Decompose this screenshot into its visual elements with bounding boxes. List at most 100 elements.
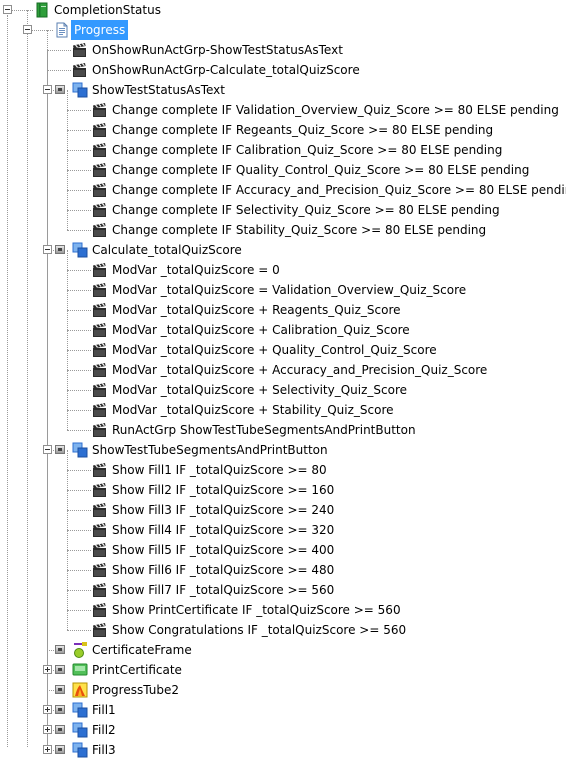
tree-row[interactable]: ShowTestTubeSegmentsAndPrintButton (0, 440, 566, 460)
tree-row[interactable]: Show Fill3 IF _totalQuizScore >= 240 (0, 500, 566, 520)
tree-row[interactable]: ModVar _totalQuizScore + Selectivity_Qui… (0, 380, 566, 400)
collapse-icon[interactable] (43, 85, 52, 94)
expand-icon[interactable] (43, 665, 52, 674)
tree-item-label[interactable]: Change complete IF Quality_Control_Quiz_… (112, 160, 529, 180)
tree-item-label[interactable]: ModVar _totalQuizScore = Validation_Over… (112, 280, 466, 300)
object-state-icon[interactable] (55, 445, 65, 454)
object-state-icon[interactable] (55, 665, 65, 674)
tree-item-label[interactable]: ModVar _totalQuizScore = 0 (112, 260, 280, 280)
tree-item-label[interactable]: Show PrintCertificate IF _totalQuizScore… (112, 600, 401, 620)
action-group-icon (72, 442, 88, 458)
tree-row[interactable]: Show Fill7 IF _totalQuizScore >= 560 (0, 580, 566, 600)
tree-item-label[interactable]: Show Congratulations IF _totalQuizScore … (112, 620, 406, 640)
object-state-icon[interactable] (55, 85, 65, 94)
tree-item-label[interactable]: CertificateFrame (92, 640, 192, 660)
tree-item-label[interactable]: Change complete IF Stability_Quiz_Score … (112, 220, 486, 240)
tree-item-label[interactable]: Show Fill4 IF _totalQuizScore >= 320 (112, 520, 334, 540)
tree-row[interactable]: Fill3 (0, 740, 566, 760)
tree-item-label[interactable]: Show Fill7 IF _totalQuizScore >= 560 (112, 580, 334, 600)
tree-item-label[interactable]: Show Fill6 IF _totalQuizScore >= 480 (112, 560, 334, 580)
tree-item-label[interactable]: PrintCertificate (92, 660, 182, 680)
tree-item-label[interactable]: ShowTestTubeSegmentsAndPrintButton (92, 440, 328, 460)
tree-row[interactable]: Fill1 (0, 700, 566, 720)
tree-item-label[interactable]: Fill2 (92, 720, 116, 740)
tree-item-label[interactable]: Calculate_totalQuizScore (92, 240, 242, 260)
clapper-icon (92, 262, 108, 278)
tree-row[interactable]: Change complete IF Regeants_Quiz_Score >… (0, 120, 566, 140)
tree-row[interactable]: Show Fill5 IF _totalQuizScore >= 400 (0, 540, 566, 560)
tree-row[interactable]: ModVar _totalQuizScore + Stability_Quiz_… (0, 400, 566, 420)
tree-row[interactable]: Progress (0, 20, 566, 40)
tree-row[interactable]: ModVar _totalQuizScore + Reagents_Quiz_S… (0, 300, 566, 320)
tree-row[interactable]: Show PrintCertificate IF _totalQuizScore… (0, 600, 566, 620)
tree-item-label[interactable]: Change complete IF Accuracy_and_Precisio… (112, 180, 566, 200)
tree-row[interactable]: CompletionStatus (0, 0, 566, 20)
tree-item-label[interactable]: ModVar _totalQuizScore + Calibration_Qui… (112, 320, 410, 340)
expand-icon[interactable] (43, 745, 52, 754)
tree-item-label[interactable]: Change complete IF Calibration_Quiz_Scor… (112, 140, 502, 160)
tree-item-label[interactable]: Show Fill2 IF _totalQuizScore >= 160 (112, 480, 334, 500)
tree-row[interactable]: Change complete IF Selectivity_Quiz_Scor… (0, 200, 566, 220)
tree-item-label[interactable]: OnShowRunActGrp-ShowTestStatusAsText (92, 40, 343, 60)
tree-item-label[interactable]: ModVar _totalQuizScore + Reagents_Quiz_S… (112, 300, 401, 320)
object-state-icon[interactable] (55, 645, 65, 654)
tree-row[interactable]: ShowTestStatusAsText (0, 80, 566, 100)
tree-row[interactable]: OnShowRunActGrp-ShowTestStatusAsText (0, 40, 566, 60)
object-state-icon[interactable] (55, 245, 65, 254)
tree-item-label[interactable]: CompletionStatus (54, 0, 161, 20)
tree-item-label[interactable]: OnShowRunActGrp-Calculate_totalQuizScore (92, 60, 360, 80)
tree-row[interactable]: CertificateFrame (0, 640, 566, 660)
tree-row[interactable]: ModVar _totalQuizScore + Accuracy_and_Pr… (0, 360, 566, 380)
tree-connector-line (67, 210, 91, 211)
tree-connector-line (67, 150, 91, 151)
tree-item-label[interactable]: ModVar _totalQuizScore + Quality_Control… (112, 340, 437, 360)
object-state-icon[interactable] (55, 725, 65, 734)
tree-row[interactable]: Fill2 (0, 720, 566, 740)
tree-item-label[interactable]: Change complete IF Validation_Overview_Q… (112, 100, 559, 120)
tree-row[interactable]: ModVar _totalQuizScore + Calibration_Qui… (0, 320, 566, 340)
expand-icon[interactable] (43, 725, 52, 734)
collapse-icon[interactable] (23, 25, 32, 34)
tree-row[interactable]: Show Congratulations IF _totalQuizScore … (0, 620, 566, 640)
tree-connector-line (67, 470, 91, 471)
tree-item-label[interactable]: Change complete IF Selectivity_Quiz_Scor… (112, 200, 500, 220)
tree-row[interactable]: Change complete IF Calibration_Quiz_Scor… (0, 140, 566, 160)
tree-row[interactable]: Show Fill1 IF _totalQuizScore >= 80 (0, 460, 566, 480)
tree-row[interactable]: RunActGrp ShowTestTubeSegmentsAndPrintBu… (0, 420, 566, 440)
tree-row[interactable]: Show Fill2 IF _totalQuizScore >= 160 (0, 480, 566, 500)
tree-row[interactable]: ModVar _totalQuizScore = 0 (0, 260, 566, 280)
collapse-icon[interactable] (43, 445, 52, 454)
collapse-icon[interactable] (3, 5, 12, 14)
tree-item-label[interactable]: Change complete IF Regeants_Quiz_Score >… (112, 120, 493, 140)
tree-item-label[interactable]: ModVar _totalQuizScore + Selectivity_Qui… (112, 380, 407, 400)
tree-item-label[interactable]: RunActGrp ShowTestTubeSegmentsAndPrintBu… (112, 420, 416, 440)
tree-row[interactable]: OnShowRunActGrp-Calculate_totalQuizScore (0, 60, 566, 80)
tree-item-label[interactable]: Show Fill5 IF _totalQuizScore >= 400 (112, 540, 334, 560)
tree-view[interactable]: CompletionStatus Progress OnShowRunActGrp-… (0, 0, 566, 758)
tree-item-label[interactable]: Show Fill1 IF _totalQuizScore >= 80 (112, 460, 327, 480)
tree-item-label[interactable]: Fill3 (92, 740, 116, 760)
collapse-icon[interactable] (43, 245, 52, 254)
tree-row[interactable]: PrintCertificate (0, 660, 566, 680)
object-state-icon[interactable] (55, 685, 65, 694)
expand-icon[interactable] (43, 705, 52, 714)
tree-row[interactable]: ProgressTube2 (0, 680, 566, 700)
object-state-icon[interactable] (55, 745, 65, 754)
tree-item-label-selected[interactable]: Progress (71, 20, 129, 40)
object-state-icon[interactable] (55, 705, 65, 714)
tree-row[interactable]: ModVar _totalQuizScore + Quality_Control… (0, 340, 566, 360)
tree-item-label[interactable]: ModVar _totalQuizScore + Accuracy_and_Pr… (112, 360, 487, 380)
tree-row[interactable]: Change complete IF Validation_Overview_Q… (0, 100, 566, 120)
tree-row[interactable]: Change complete IF Stability_Quiz_Score … (0, 220, 566, 240)
tree-row[interactable]: Show Fill4 IF _totalQuizScore >= 320 (0, 520, 566, 540)
tree-item-label[interactable]: ShowTestStatusAsText (92, 80, 225, 100)
tree-row[interactable]: Change complete IF Quality_Control_Quiz_… (0, 160, 566, 180)
tree-row[interactable]: ModVar _totalQuizScore = Validation_Over… (0, 280, 566, 300)
tree-row[interactable]: Calculate_totalQuizScore (0, 240, 566, 260)
tree-item-label[interactable]: Show Fill3 IF _totalQuizScore >= 240 (112, 500, 334, 520)
tree-row[interactable]: Change complete IF Accuracy_and_Precisio… (0, 180, 566, 200)
tree-item-label[interactable]: ProgressTube2 (92, 680, 179, 700)
tree-item-label[interactable]: Fill1 (92, 700, 116, 720)
tree-row[interactable]: Show Fill6 IF _totalQuizScore >= 480 (0, 560, 566, 580)
tree-item-label[interactable]: ModVar _totalQuizScore + Stability_Quiz_… (112, 400, 394, 420)
